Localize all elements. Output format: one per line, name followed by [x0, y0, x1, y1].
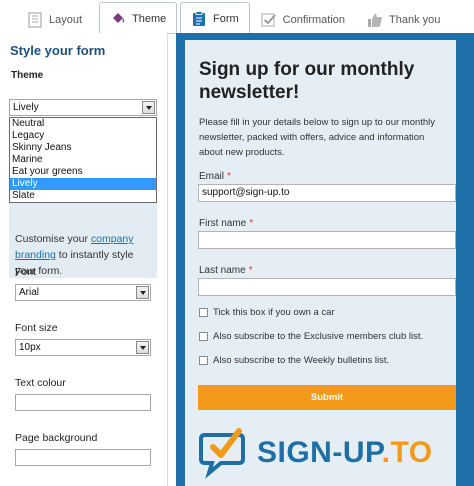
logo-wordmark-part1: SIGN-UP — [257, 435, 382, 469]
tab-layout[interactable]: Layout — [16, 4, 93, 34]
exclusive-club-checkbox[interactable] — [199, 332, 208, 341]
font-size-label: Font size — [15, 322, 58, 334]
email-label: Email * — [199, 171, 231, 182]
form-intro: Please fill in your details below to sig… — [199, 117, 436, 158]
theme-option-selected[interactable]: Lively — [10, 178, 156, 190]
weekly-bulletins-checkbox-label: Also subscribe to the Weekly bulletins l… — [213, 355, 390, 366]
paint-bucket-icon — [110, 11, 126, 27]
panel-title: Style your form — [10, 43, 106, 58]
font-size-select[interactable]: 10px — [15, 339, 151, 356]
page-background-input[interactable] — [15, 449, 151, 466]
theme-select-value: Lively — [13, 102, 39, 113]
first-name-label: First name * — [199, 218, 253, 229]
tab-form-label: Form — [213, 12, 239, 25]
required-marker: * — [227, 171, 231, 182]
first-name-label-text: First name — [199, 218, 247, 229]
theme-option[interactable]: Legacy — [10, 130, 156, 142]
theme-option[interactable]: Slate — [10, 190, 156, 202]
theme-dropdown-list: Neutral Legacy Skinny Jeans Marine Eat y… — [9, 117, 157, 203]
chevron-down-icon[interactable] — [136, 286, 149, 299]
required-marker: * — [248, 265, 253, 276]
weekly-bulletins-checkbox[interactable] — [199, 356, 208, 365]
left-tab-bar: Layout Theme — [0, 0, 178, 34]
first-name-field[interactable] — [198, 231, 456, 249]
checkbox-check-icon — [261, 12, 277, 28]
tab-thank-you[interactable]: Thank you — [356, 4, 451, 34]
last-name-field[interactable] — [198, 278, 456, 296]
right-tab-bar: Form Confirmation Thank you — [176, 0, 474, 34]
theme-panel: Style your form Theme Lively Customise y… — [0, 33, 168, 486]
theme-option[interactable]: Marine — [10, 154, 156, 166]
exclusive-club-checkbox-row[interactable]: Also subscribe to the Exclusive members … — [199, 331, 423, 342]
exclusive-club-checkbox-label: Also subscribe to the Exclusive members … — [213, 331, 424, 342]
form-card: Sign up for our monthly newsletter! Plea… — [185, 40, 456, 486]
branding-info-prefix: Customise your — [15, 233, 91, 245]
car-owner-checkbox[interactable] — [199, 308, 208, 317]
car-owner-checkbox-label: Tick this box if you own a car — [213, 307, 335, 318]
font-select-value: Arial — [19, 287, 40, 298]
theme-option[interactable]: Skinny Jeans — [10, 142, 156, 154]
speech-bubble-check-icon — [199, 427, 245, 479]
layout-page-icon — [27, 12, 43, 28]
text-colour-label: Text colour — [15, 377, 66, 389]
tab-confirmation[interactable]: Confirmation — [250, 4, 356, 34]
font-label: Font — [15, 266, 37, 278]
email-field[interactable]: support@sign-up.to — [198, 184, 456, 202]
theme-select[interactable]: Lively — [9, 99, 157, 116]
chevron-down-icon[interactable] — [142, 101, 155, 114]
tab-thank-you-label: Thank you — [389, 13, 441, 26]
submit-button[interactable]: Submit — [198, 385, 456, 410]
clipboard-form-icon — [191, 10, 207, 27]
email-label-text: Email — [199, 171, 225, 182]
font-select[interactable]: Arial — [15, 284, 151, 301]
theme-option[interactable]: Eat your greens — [10, 166, 156, 178]
form-preview: Sign up for our monthly newsletter! Plea… — [176, 33, 474, 486]
page-background-label: Page background — [15, 432, 98, 444]
theme-label: Theme — [11, 70, 44, 81]
theme-option[interactable]: Neutral — [10, 118, 156, 130]
tab-layout-label: Layout — [49, 13, 83, 26]
required-marker: * — [249, 218, 254, 229]
thumbs-up-icon — [367, 12, 383, 28]
form-title: Sign up for our monthly newsletter! — [199, 59, 415, 103]
weekly-bulletins-checkbox-row[interactable]: Also subscribe to the Weekly bulletins l… — [199, 355, 389, 366]
chevron-down-icon[interactable] — [136, 341, 149, 354]
last-name-label: Last name * — [199, 265, 253, 276]
tab-confirmation-label: Confirmation — [282, 13, 346, 26]
tab-theme-label: Theme — [132, 12, 167, 25]
tab-form[interactable]: Form — [180, 2, 250, 34]
logo-wordmark: SIGN-UP.TO — [257, 436, 433, 470]
logo-wordmark-part2: .TO — [381, 435, 433, 469]
car-owner-checkbox-row[interactable]: Tick this box if you own a car — [199, 307, 335, 318]
sign-up-to-logo: SIGN-UP.TO — [199, 425, 459, 480]
font-size-select-value: 10px — [19, 342, 41, 353]
text-colour-input[interactable] — [15, 394, 151, 411]
last-name-label-text: Last name — [199, 265, 246, 276]
tab-theme[interactable]: Theme — [99, 2, 178, 34]
